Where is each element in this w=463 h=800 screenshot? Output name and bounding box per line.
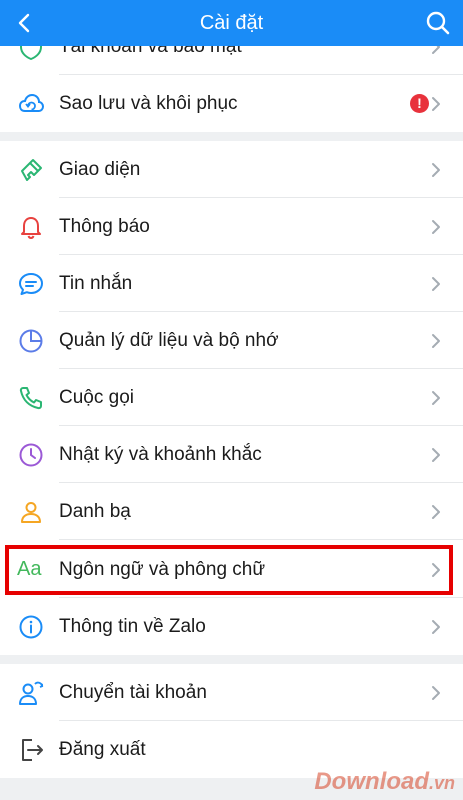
row-messages[interactable]: Tin nhắn [0, 255, 463, 312]
chevron-right-icon [432, 620, 440, 634]
chevron-right-icon [432, 334, 440, 348]
row-label: Giao diện [59, 159, 141, 180]
info-icon [19, 615, 43, 639]
paint-brush-icon [21, 159, 42, 181]
row-backup-restore[interactable]: Sao lưu và khôi phục ! [0, 75, 463, 132]
pie-chart-icon [19, 329, 43, 353]
bell-icon [21, 217, 41, 240]
row-about-zalo[interactable]: Thông tin về Zalo [0, 598, 463, 655]
row-language-font[interactable]: Aa Ngôn ngữ và phông chữ [0, 541, 463, 598]
chevron-right-icon [432, 220, 440, 234]
chevron-right-icon [432, 97, 440, 111]
chevron-right-icon [432, 563, 440, 577]
divider [59, 539, 463, 540]
section-gap [0, 132, 463, 141]
row-label: Quản lý dữ liệu và bộ nhớ [59, 330, 279, 351]
chevron-right-icon [432, 686, 440, 700]
chevron-right-icon [432, 391, 440, 405]
row-label: Sao lưu và khôi phục [59, 93, 238, 114]
row-label: Tin nhắn [59, 273, 133, 294]
clock-icon [19, 443, 43, 467]
header-bar: Cài đặt [0, 0, 463, 46]
cloud-sync-icon [18, 93, 44, 112]
phone-icon [19, 387, 42, 410]
row-timeline[interactable]: Nhật ký và khoảnh khắc [0, 426, 463, 483]
watermark-text: Download [314, 768, 429, 795]
row-switch-account[interactable]: Chuyển tài khoản [0, 664, 463, 721]
page-title: Cài đặt [199, 12, 264, 34]
row-label: Thông tin về Zalo [59, 616, 206, 637]
chevron-right-icon [432, 277, 440, 291]
logout-icon [22, 739, 43, 761]
row-label: Chuyển tài khoản [59, 682, 207, 703]
watermark-logo: Download.vn [314, 768, 455, 796]
switch-account-icon [19, 681, 44, 705]
row-label: Đăng xuất [59, 739, 146, 760]
search-icon[interactable] [425, 10, 451, 36]
section-gap [0, 655, 463, 664]
row-label: Thông báo [59, 216, 150, 237]
row-label: Cuộc gọi [59, 387, 134, 408]
row-calls[interactable]: Cuộc gọi [0, 369, 463, 426]
row-label: Ngôn ngữ và phông chữ [59, 559, 266, 580]
alert-badge: ! [410, 94, 429, 113]
row-label: Nhật ký và khoảnh khắc [59, 444, 262, 465]
row-contacts[interactable]: Danh bạ [0, 483, 463, 540]
row-appearance[interactable]: Giao diện [0, 141, 463, 198]
chevron-right-icon [432, 505, 440, 519]
font-aa-icon: Aa [17, 558, 42, 580]
row-data-storage[interactable]: Quản lý dữ liệu và bộ nhớ [0, 312, 463, 369]
row-label: Danh bạ [59, 501, 131, 522]
person-icon [21, 502, 41, 523]
watermark-suffix: .vn [428, 773, 455, 793]
chevron-right-icon [432, 163, 440, 177]
chevron-right-icon [432, 448, 440, 462]
message-icon [19, 273, 43, 295]
row-notifications[interactable]: Thông báo [0, 198, 463, 255]
